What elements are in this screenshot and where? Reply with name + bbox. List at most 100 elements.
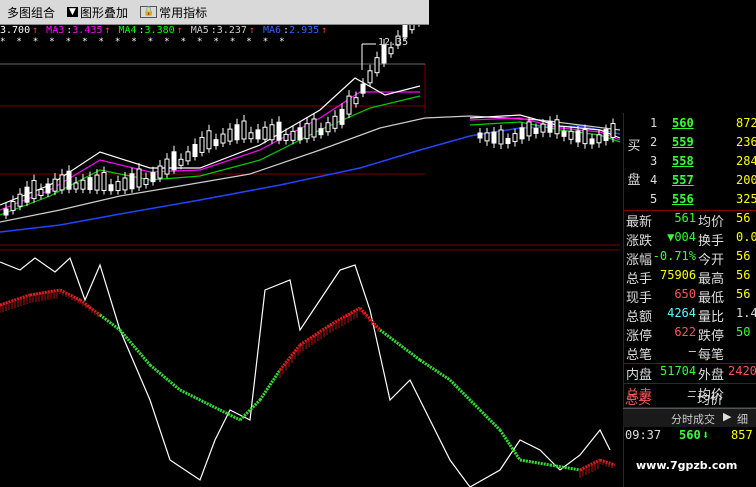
candle-body xyxy=(150,172,156,183)
quote-key: 均价 xyxy=(697,393,724,408)
ma5-value: 3.237 xyxy=(216,25,247,36)
overlay-button[interactable]: ▼ 图形叠加 xyxy=(64,4,131,21)
candle-body xyxy=(568,130,574,140)
quote-value: — xyxy=(687,389,695,403)
chart-toolbar: 多图组合 ▼ 图形叠加 🔒 常用指标 xyxy=(0,0,429,25)
candle-body xyxy=(339,108,345,125)
tick-row: 09:37 560 ⬇ 857 xyxy=(623,428,756,446)
signal-dots-row: ****************** xyxy=(0,37,296,47)
tab-bar: 分时成交 ▶ 细 xyxy=(623,408,756,427)
candle-body xyxy=(178,158,184,166)
orderbook-row[interactable]: 3 558 284 xyxy=(644,154,756,173)
dropdown-arrow-icon: ▼ xyxy=(67,7,78,17)
quote-value: 75906 xyxy=(660,268,697,282)
quote-value: -0.71% xyxy=(652,249,696,263)
candle-body xyxy=(199,136,205,153)
ma6-line xyxy=(0,125,621,233)
indicator-curve-segment xyxy=(118,329,152,366)
indicator-button[interactable]: 🔒 常用指标 xyxy=(137,4,210,21)
candle-body xyxy=(610,123,616,139)
indicator-curve-segment xyxy=(179,388,221,412)
quote-key: 均价 xyxy=(698,215,725,230)
candle-body xyxy=(248,132,254,140)
quote-key: 量比 xyxy=(698,310,725,325)
quote-key: 换手 xyxy=(698,234,725,249)
ob-level: 4 xyxy=(650,173,658,187)
quote-value: 50 xyxy=(736,325,751,339)
tick-price: 560 xyxy=(679,428,701,442)
candle-body xyxy=(304,123,310,140)
ob-volume: 236 xyxy=(736,135,756,149)
quote-row-latest: 最新 561 均价 56 xyxy=(624,211,756,230)
candle-body xyxy=(290,130,296,141)
candle-body xyxy=(589,138,595,145)
quote-value: 56 xyxy=(736,211,751,225)
ma4-label: MA4 xyxy=(118,25,137,36)
ob-price: 559 xyxy=(672,135,694,149)
quote-row-change: 涨跌 ▼004 换手 0.03 xyxy=(624,230,756,249)
orderbook-row[interactable]: 5 556 325 xyxy=(644,192,756,211)
indicator-curve-segment xyxy=(379,328,421,362)
ob-volume: 284 xyxy=(736,154,756,168)
candle-body xyxy=(388,47,394,55)
candle-body xyxy=(129,173,135,190)
ob-level: 1 xyxy=(650,116,658,130)
quote-key: 最新 xyxy=(626,215,653,230)
candle-body xyxy=(3,208,9,216)
quote-key: 涨幅 xyxy=(626,253,653,268)
quote-value: 56 xyxy=(736,287,751,301)
quote-value: 622 xyxy=(674,325,696,339)
candle-body xyxy=(367,70,373,84)
ob-level: 2 xyxy=(650,135,658,149)
quote-value: 56 xyxy=(736,268,751,282)
tick-volume: 857 xyxy=(731,428,753,442)
quote-value: 2420 xyxy=(728,364,756,378)
indicator-label: 常用指标 xyxy=(159,5,208,20)
quote-value: 0.03 xyxy=(736,230,756,244)
quote-key: 现手 xyxy=(626,291,653,306)
candle-body xyxy=(101,172,107,192)
tab-detail[interactable]: 细 xyxy=(737,411,748,427)
quote-value: 4264 xyxy=(667,306,696,320)
candle-body xyxy=(346,95,352,115)
candle-body xyxy=(255,129,261,140)
candle-body xyxy=(262,126,268,140)
quote-row-trades: 总笔 — 每笔 xyxy=(624,344,756,363)
orderbook-row[interactable]: 2 559 236 xyxy=(644,135,756,154)
quote-key: 外盘 xyxy=(698,368,725,383)
candle-body xyxy=(136,168,142,188)
tab-arrow-icon[interactable]: ▶ xyxy=(723,410,731,423)
quote-key: 涨跌 xyxy=(626,234,653,249)
tab-timeshare[interactable]: 分时成交 xyxy=(671,411,715,427)
quote-value: 561 xyxy=(674,211,696,225)
candle-body xyxy=(582,129,588,145)
candle-body xyxy=(276,121,282,141)
multi-chart-button[interactable]: 多图组合 xyxy=(4,4,58,21)
candle-body xyxy=(206,130,212,150)
candle-body xyxy=(38,189,44,197)
candle-body xyxy=(353,97,359,105)
ma6-value: 2.935 xyxy=(289,25,320,36)
quote-row-totalvol: 总手 75906 最高 56 xyxy=(624,268,756,287)
candle-body xyxy=(332,115,338,129)
ma4-line xyxy=(0,95,421,216)
candle-body xyxy=(171,151,177,171)
quote-value: 56 xyxy=(736,249,751,263)
candle-body xyxy=(311,118,317,138)
candle-body xyxy=(59,174,65,191)
candle-body xyxy=(526,121,532,137)
candle-body xyxy=(164,158,170,175)
candle-body xyxy=(45,183,51,194)
quote-row-pct: 涨幅 -0.71% 今开 56 xyxy=(624,249,756,268)
indicator-curve-segment xyxy=(478,408,502,432)
indicator-curve-segment xyxy=(519,458,551,467)
candle-body xyxy=(325,122,331,133)
quote-key: 最高 xyxy=(698,272,725,287)
watermark: www.7gpzb.com xyxy=(636,459,738,472)
candle-body xyxy=(220,133,226,144)
candle-body xyxy=(477,132,483,139)
orderbook-row[interactable]: 1 560 872 xyxy=(644,116,756,135)
orderbook-row[interactable]: 4 557 200 xyxy=(644,173,756,192)
candle-body xyxy=(269,124,275,141)
candle-body xyxy=(318,128,324,136)
